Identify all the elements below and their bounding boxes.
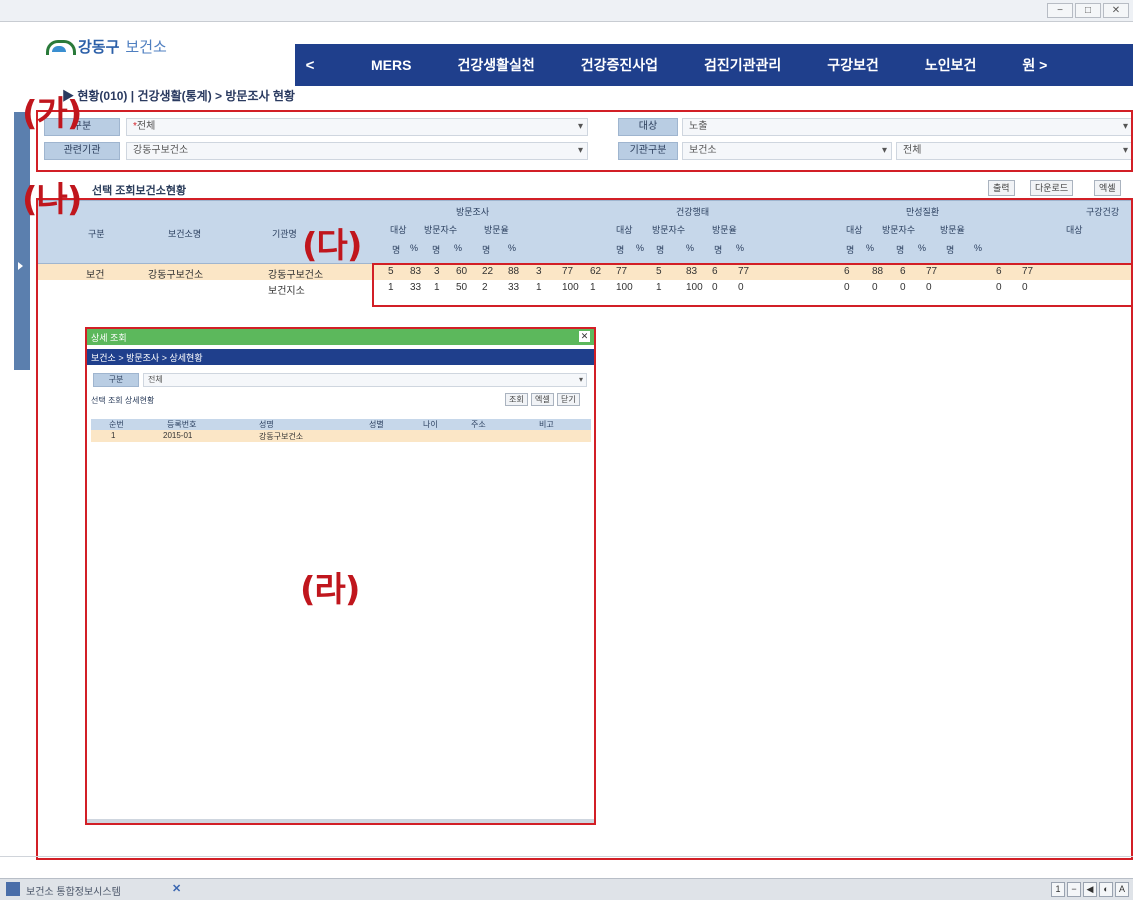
window-controls: − □ ✕ <box>1047 3 1129 18</box>
nav-prev-button[interactable]: < <box>295 57 325 74</box>
page: − □ ✕ 강동구 보건소 < MERS 건강생활실천 건강증진사업 검진기관관… <box>0 0 1133 900</box>
status-button[interactable]: 1 <box>1051 882 1065 897</box>
breadcrumb: ▶ 현황(010) | 건강생활(통계) > 방문조사 현황 <box>62 89 295 103</box>
nav-item-mers[interactable]: MERS <box>371 57 411 73</box>
mode-toggle-button[interactable]: ◐ <box>1099 882 1113 897</box>
minimize-button[interactable]: − <box>1047 3 1073 18</box>
divider <box>0 856 1133 857</box>
text-size-button[interactable]: A <box>1115 882 1129 897</box>
annotation-box-da <box>372 263 1133 307</box>
nav-next-button[interactable]: 원 > <box>1022 55 1047 75</box>
logo-icon <box>46 38 76 56</box>
back-button[interactable]: ◀ <box>1083 882 1097 897</box>
annotation-label-ra: (라) <box>300 570 360 610</box>
nav-item-health-promotion[interactable]: 건강증진사업 <box>581 55 658 75</box>
main-nav: < MERS 건강생활실천 건강증진사업 검진기관관리 구강보건 노인보건 원 … <box>295 44 1133 86</box>
close-button[interactable]: ✕ <box>1103 3 1129 18</box>
print-button[interactable]: 출력 <box>988 180 1015 196</box>
taskbar: 보건소 통합정보시스템 ✕ 1 − ◀ ◐ A <box>0 878 1133 900</box>
app-header: 강동구 보건소 < MERS 건강생활실천 건강증진사업 검진기관관리 구강보건… <box>0 22 1133 86</box>
nav-item-elderly-health[interactable]: 노인보건 <box>925 55 977 75</box>
annotation-box-ga <box>36 110 1133 172</box>
browser-tab-icon <box>6 882 20 896</box>
logo-text: 강동구 <box>78 39 120 56</box>
annotation-label-ga: (가) <box>22 94 82 134</box>
annotation-label-da: (다) <box>302 226 362 266</box>
grid-title: 선택 조회보건소현황 <box>92 185 187 197</box>
logo[interactable]: 강동구 보건소 <box>46 36 167 57</box>
grid-toolbar: 선택 조회보건소현황 출력 다운로드 엑셀 <box>36 180 1133 198</box>
excel-button[interactable]: 엑셀 <box>1094 180 1121 196</box>
nav-item-checkup-institution[interactable]: 검진기관관리 <box>704 55 781 75</box>
download-button[interactable]: 다운로드 <box>1030 180 1074 196</box>
logo-subtext: 보건소 <box>125 39 167 56</box>
tab-close-icon[interactable]: ✕ <box>172 882 181 895</box>
nav-item-health-life[interactable]: 건강생활실천 <box>457 55 534 75</box>
browser-titlebar: − □ ✕ <box>0 0 1133 22</box>
status-controls: 1 − ◀ ◐ A <box>1051 882 1129 897</box>
nav-item-oral-health[interactable]: 구강보건 <box>827 55 879 75</box>
maximize-button[interactable]: □ <box>1075 3 1101 18</box>
annotation-label-na: (나) <box>22 180 82 220</box>
zoom-out-button[interactable]: − <box>1067 882 1081 897</box>
side-collapse-tab[interactable] <box>14 112 30 370</box>
browser-tab-label[interactable]: 보건소 통합정보시스템 <box>26 883 121 898</box>
